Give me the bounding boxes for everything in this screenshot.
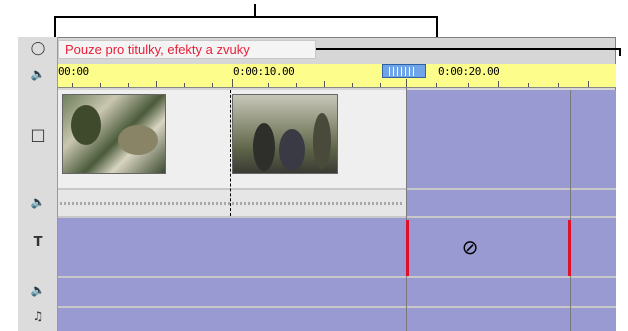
title-track-icon[interactable]: T [18,235,58,250]
callout-leader-tail [619,48,621,56]
audio-track-icon[interactable]: 🔈 [18,195,58,209]
playhead-scrubber[interactable] [382,64,426,78]
boundary-marker-left [406,220,409,276]
sound-effect-track-icon[interactable]: 🔈 [18,283,58,297]
restricted-boundary-line [406,88,407,331]
speaker-icon[interactable]: 🔈 [18,67,58,81]
video-clip-1[interactable] [62,94,166,174]
annotation-bracket-right [436,16,438,38]
video-clip-2[interactable] [232,94,338,174]
audio-waveform [60,202,404,205]
timeline-mode-icon[interactable]: ◯ [18,41,58,56]
video-track-icon[interactable]: □ [18,125,58,144]
boundary-marker-right [568,220,571,276]
callout-label: Pouze pro titulky, efekty a zvuky [58,40,316,59]
sound-effect-track[interactable] [58,278,616,306]
no-entry-cursor-icon: ⊘ [461,235,479,259]
clip-boundary-marker [230,90,231,216]
timeline-ruler[interactable]: 00:00 0:00:10.00 0:00:20.00 [58,64,616,88]
annotation-bracket [54,16,438,18]
restricted-area-audio [406,190,616,216]
music-track[interactable] [58,308,616,331]
ruler-label-10s: 0:00:10.00 [233,65,295,78]
callout-leader-line [316,48,621,50]
annotation-bracket-left [54,16,56,38]
grid-line [570,90,571,331]
ruler-label-20s: 0:00:20.00 [438,65,500,78]
restricted-area-video [406,90,616,188]
track-header-column: ◯ 🔈 □ 🔈 T 🔈 ♫ [18,37,58,331]
title-track[interactable] [58,218,616,276]
music-track-icon[interactable]: ♫ [18,309,58,323]
ruler-label-start: 00:00 [58,65,89,78]
annotation-bracket-stem [254,4,256,16]
